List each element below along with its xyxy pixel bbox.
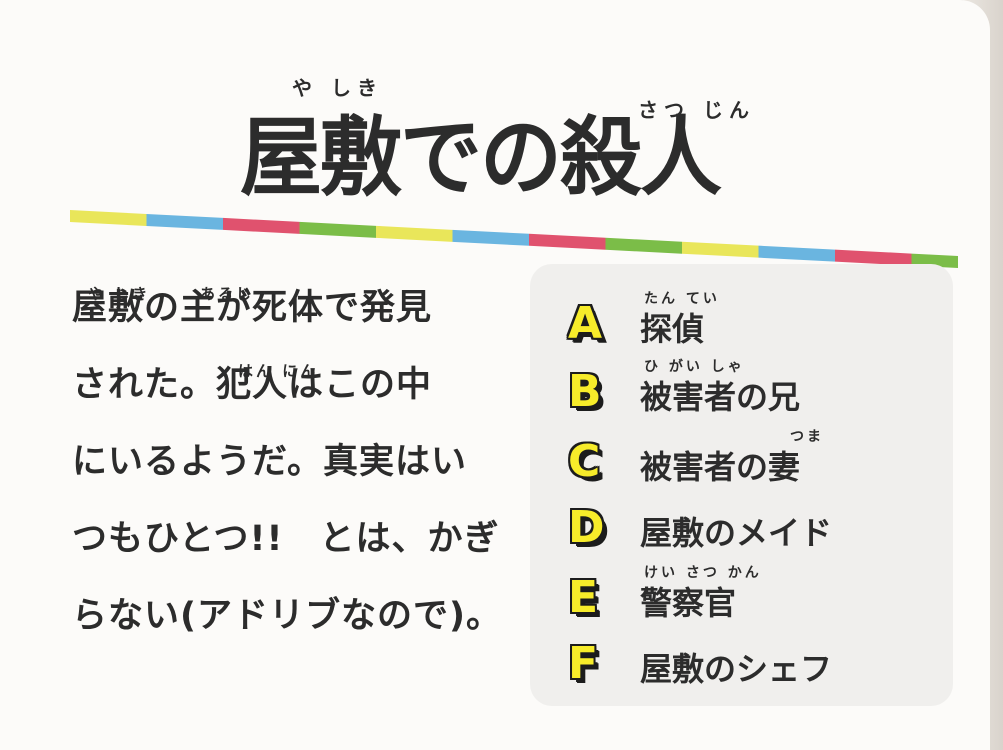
story-text: や しき あるじ 屋敷の主が死体で発見 はん にん された。犯人はこの中 にいる… [72, 270, 502, 655]
title-block: や しき さつ じん 屋敷での殺人 [240, 72, 800, 208]
stripe-segment [682, 241, 759, 258]
suspect-item-d: D 屋敷のメイド [562, 500, 952, 560]
suspect-letter: D [568, 502, 605, 553]
suspect-name-text: 警察官 [640, 584, 737, 622]
suspect-item-e: E けい さつ かん 警察官 [562, 565, 952, 630]
suspect-name: 屋敷のシェフ [640, 644, 832, 690]
story-line-5: らない(アドリブなので)。 [72, 596, 502, 636]
suspect-name-text: 屋敷のシェフ [640, 650, 833, 688]
suspect-name-text: 被害者の兄 [640, 378, 801, 416]
suspect-item-c: C つま 被害者の妻 [562, 429, 952, 494]
suspect-name-text: 屋敷のメイド [640, 514, 833, 552]
suspect-name: けい さつ かん 警察官 [640, 565, 759, 624]
suspect-letter: E [568, 572, 599, 623]
stripe-segment [376, 225, 453, 242]
suspect-name-text: 探偵 [640, 310, 705, 348]
suspect-ruby: ひ がい しゃ [644, 359, 745, 375]
suspect-ruby: たん てい [644, 291, 720, 307]
suspect-ruby: つま [790, 429, 824, 445]
game-card: や しき さつ じん 屋敷での殺人 や しき あるじ 屋敷の主が死体で発見 はん… [0, 0, 990, 750]
stripe-segment [299, 221, 376, 238]
stripe-segment [758, 245, 835, 262]
suspect-letter: C [568, 436, 601, 487]
story-ruby-aruji: あるじ [200, 285, 255, 303]
stripe-segment [529, 233, 606, 250]
stripe-segment [605, 237, 682, 254]
story-line-4: つもひとつ!! とは、かぎ [72, 519, 500, 559]
story-ruby-yashiki: や しき [88, 285, 151, 303]
suspect-name: たん てい 探偵 [640, 291, 717, 350]
story-line-3: にいるようだ。真実はい [72, 442, 467, 482]
suspect-name: つま 被害者の妻 [640, 429, 821, 488]
suspect-name-text: 被害者の妻 [640, 448, 801, 486]
story-ruby-hannin: はん にん [238, 362, 319, 380]
suspect-name: 屋敷のメイド [640, 508, 832, 554]
suspect-letter: A [568, 298, 603, 349]
card-title: 屋敷での殺人 [240, 108, 722, 208]
suspect-letter: B [568, 366, 602, 417]
suspect-name: ひ がい しゃ 被害者の兄 [640, 359, 801, 418]
suspect-item-b: B ひ がい しゃ 被害者の兄 [562, 359, 952, 424]
suspect-ruby: けい さつ かん [644, 565, 762, 581]
stripe-segment [146, 213, 223, 230]
suspect-panel: A たん てい 探偵 B ひ がい しゃ 被害者の兄 C つま 被害者の妻 D … [530, 264, 953, 706]
stripe-segment [452, 229, 529, 246]
stripe-segment [70, 210, 147, 226]
stripe-segment [223, 217, 300, 234]
story-line-2: はん にん された。犯人はこの中 [72, 347, 502, 424]
suspect-item-a: A たん てい 探偵 [562, 291, 952, 356]
suspect-letter: F [568, 638, 599, 689]
suspect-item-f: F 屋敷のシェフ [562, 636, 952, 696]
